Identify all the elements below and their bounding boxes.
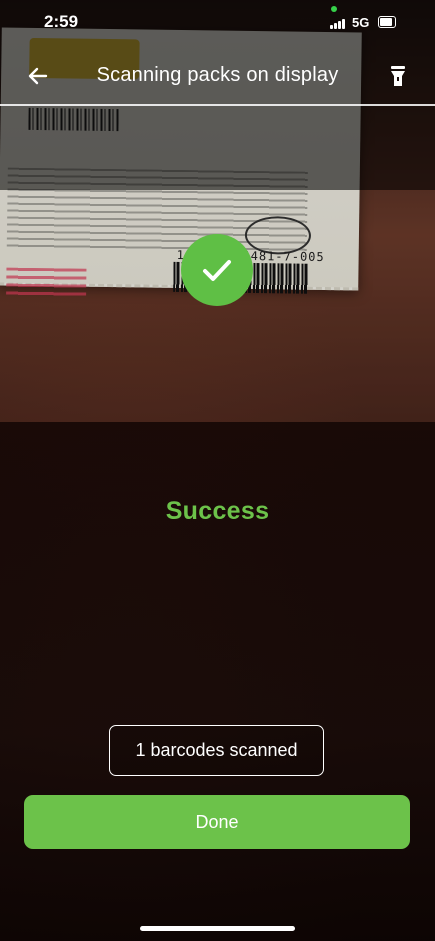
page-title: Scanning packs on display bbox=[96, 64, 339, 86]
home-indicator bbox=[140, 926, 295, 931]
barcode-count-badge: 1 barcodes scanned bbox=[109, 725, 324, 776]
checkmark-icon bbox=[203, 260, 231, 281]
header-divider bbox=[0, 104, 435, 106]
signal-icon bbox=[330, 17, 348, 29]
camera-indicator-dot bbox=[331, 6, 337, 12]
success-badge bbox=[181, 234, 253, 306]
flashlight-icon bbox=[391, 66, 405, 86]
network-label: 5G bbox=[352, 15, 370, 30]
scan-window bbox=[0, 190, 435, 422]
success-message: Success bbox=[165, 497, 270, 525]
scanner-screen: 1469-1054481-7-005 2:59 5G Scanning pack… bbox=[0, 0, 435, 941]
done-button[interactable]: Done bbox=[24, 795, 410, 849]
status-bar: 2:59 5G bbox=[0, 0, 435, 44]
header: Scanning packs on display bbox=[0, 50, 435, 104]
flashlight-button[interactable] bbox=[383, 60, 413, 92]
status-time: 2:59 bbox=[44, 12, 79, 31]
battery-icon bbox=[378, 16, 396, 28]
